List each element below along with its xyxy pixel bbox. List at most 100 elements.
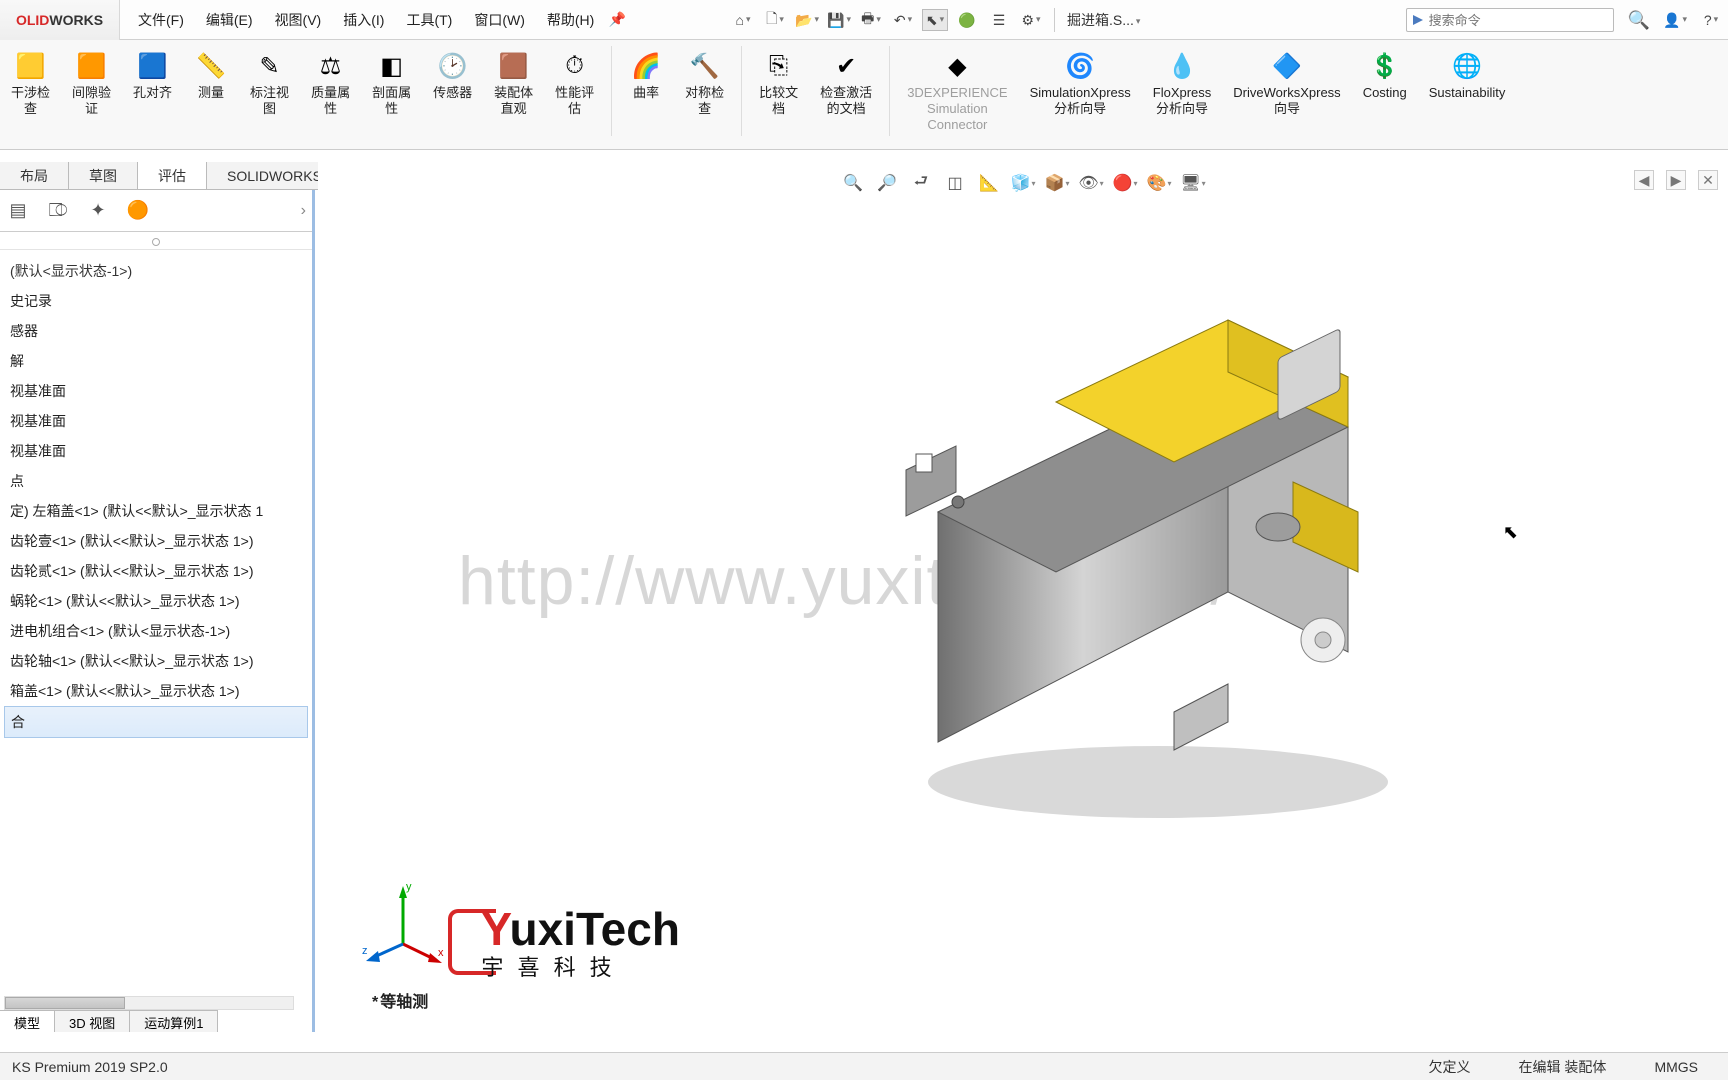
home-icon[interactable]: ⌂	[730, 9, 756, 31]
display-manager-icon[interactable]: 🟠	[126, 199, 150, 223]
feature-tree-icon[interactable]: ▤	[6, 199, 30, 223]
property-manager-icon[interactable]: ⎄	[46, 199, 70, 223]
sustainability-button[interactable]: 🌐Sustainability	[1418, 46, 1517, 144]
performance-eval-button[interactable]: ⏱性能评 估	[544, 46, 605, 144]
graphics-viewport[interactable]: 🔍 🔎 ⮐ ◫ 📐 🧊 📦 👁 🔴 🎨 🖥 ◀ ▶ ✕ http://www.y…	[318, 162, 1728, 1052]
status-units[interactable]: MMGS	[1644, 1059, 1708, 1075]
driveworksxpress-button[interactable]: 🔷DriveWorksXpress 向导	[1222, 46, 1351, 144]
viewport-collapse-icon[interactable]: ◀	[1634, 170, 1654, 190]
search-input[interactable]	[1429, 13, 1609, 28]
tab-layout[interactable]: 布局	[0, 162, 69, 189]
pin-icon[interactable]: 📌	[606, 9, 628, 31]
open-icon[interactable]: 📂	[794, 9, 820, 31]
tree-top-plane[interactable]: 视基准面	[4, 406, 308, 436]
view-orientation-icon[interactable]: 🧊	[1010, 170, 1036, 196]
markup-button[interactable]: ✎标注视 图	[239, 46, 300, 144]
view-orientation-label: 等轴测	[372, 988, 428, 1012]
floxpress-button[interactable]: 💧FloXpress 分析向导	[1142, 46, 1223, 144]
tree-component-5[interactable]: 进电机组合<1> (默认<显示状态-1>)	[4, 616, 308, 646]
measure-label: 测量	[198, 85, 224, 101]
hide-show-icon[interactable]: 👁	[1078, 170, 1104, 196]
panel-splitter[interactable]	[0, 232, 312, 250]
scrollbar-thumb[interactable]	[5, 997, 125, 1009]
configuration-icon[interactable]: ✦	[86, 199, 110, 223]
compare-docs-button[interactable]: ⎘比较文 档	[748, 46, 809, 144]
search-magnifier-icon[interactable]: 🔍	[1628, 10, 1650, 31]
tree-front-plane[interactable]: 视基准面	[4, 376, 308, 406]
menu-tools[interactable]: 工具(T)	[396, 6, 462, 34]
menu-view[interactable]: 视图(V)	[265, 6, 332, 34]
tab-evaluate[interactable]: 评估	[138, 162, 207, 189]
previous-view-icon[interactable]: ⮐	[908, 170, 934, 196]
tree-origin[interactable]: 点	[4, 466, 308, 496]
viewport-close-icon[interactable]: ✕	[1698, 170, 1718, 190]
assembly-vis-button[interactable]: 🟫装配体 直观	[483, 46, 544, 144]
tree-component-2[interactable]: 齿轮壹<1> (默认<<默认>_显示状态 1>)	[4, 526, 308, 556]
menu-edit[interactable]: 编辑(E)	[196, 6, 263, 34]
curvature-button[interactable]: 🌈曲率	[618, 46, 674, 144]
command-search[interactable]	[1406, 8, 1614, 32]
orientation-triad[interactable]: y x z	[358, 876, 448, 966]
scene-icon[interactable]: 🎨	[1146, 170, 1172, 196]
sustain-label: Sustainability	[1429, 85, 1506, 101]
viewport-expand-icon[interactable]: ▶	[1666, 170, 1686, 190]
help-icon[interactable]: ?	[1700, 9, 1722, 31]
status-editing[interactable]: 在编辑 装配体	[1509, 1057, 1617, 1077]
menu-window[interactable]: 窗口(W)	[464, 6, 535, 34]
section-props-button[interactable]: ◧剖面属 性	[361, 46, 422, 144]
select-icon[interactable]: ⬉	[922, 9, 948, 31]
tree-history[interactable]: 史记录	[4, 286, 308, 316]
3dexperience-button[interactable]: ◆3DEXPERIENCE Simulation Connector	[896, 46, 1018, 144]
tree-component-3[interactable]: 齿轮贰<1> (默认<<默认>_显示状态 1>)	[4, 556, 308, 586]
options-list-icon[interactable]: ☰	[986, 9, 1012, 31]
user-icon[interactable]: 👤	[1664, 9, 1686, 31]
tree-annotations[interactable]: 解	[4, 346, 308, 376]
save-icon[interactable]: 💾	[826, 9, 852, 31]
simulationxpress-button[interactable]: 🌀SimulationXpress 分析向导	[1019, 46, 1142, 144]
undo-icon[interactable]: ↶	[890, 9, 916, 31]
sensor-button[interactable]: 🕑传感器	[422, 46, 483, 144]
measure-button[interactable]: 📏测量	[183, 46, 239, 144]
costing-button[interactable]: 💲Costing	[1352, 46, 1418, 144]
viewport-corner-controls: ◀ ▶ ✕	[1634, 170, 1718, 190]
expand-panel-icon[interactable]: ›	[301, 202, 306, 220]
hole-align-button[interactable]: 🟦孔对齐	[122, 46, 183, 144]
display-style-icon[interactable]: 📦	[1044, 170, 1070, 196]
zoom-fit-icon[interactable]: 🔍	[840, 170, 866, 196]
tree-mates[interactable]: 合	[4, 706, 308, 738]
document-title[interactable]: 掘进箱.S...	[1065, 10, 1142, 30]
mark-label: 标注视 图	[250, 85, 289, 117]
tab-model[interactable]: 模型	[0, 1011, 55, 1032]
mass-props-button[interactable]: ⚖质量属 性	[300, 46, 361, 144]
tree-right-plane[interactable]: 视基准面	[4, 436, 308, 466]
menu-insert[interactable]: 插入(I)	[333, 6, 394, 34]
rebuild-icon[interactable]: 🟢	[954, 9, 980, 31]
interference-check-button[interactable]: 🟨干涉检 查	[0, 46, 61, 144]
tree-sensors[interactable]: 感器	[4, 316, 308, 346]
horizontal-scrollbar[interactable]	[4, 996, 294, 1010]
tab-3d-view[interactable]: 3D 视图	[55, 1011, 130, 1032]
menu-help[interactable]: 帮助(H)	[537, 6, 604, 34]
tab-sketch[interactable]: 草图	[69, 162, 138, 189]
clearance-verify-button[interactable]: 🟧间隙验 证	[61, 46, 122, 144]
view-settings-icon[interactable]: 🖥	[1180, 170, 1206, 196]
splitter-handle-icon	[152, 238, 160, 246]
menu-file[interactable]: 文件(F)	[128, 6, 194, 34]
zoom-area-icon[interactable]: 🔎	[874, 170, 900, 196]
tab-motion-study[interactable]: 运动算例1	[130, 1011, 218, 1032]
section-view-icon[interactable]: ◫	[942, 170, 968, 196]
symmetry-check-button[interactable]: 🔨对称检 查	[674, 46, 735, 144]
tree-component-6[interactable]: 齿轮轴<1> (默认<<默认>_显示状态 1>)	[4, 646, 308, 676]
hole-label: 孔对齐	[133, 85, 172, 101]
print-icon[interactable]: 🖶	[858, 9, 884, 31]
tree-component-4[interactable]: 蜗轮<1> (默认<<默认>_显示状态 1>)	[4, 586, 308, 616]
tree-root[interactable]: (默认<显示状态-1>)	[4, 256, 308, 286]
new-icon[interactable]: 🗋	[762, 9, 788, 31]
dynamic-annotation-icon[interactable]: 📐	[976, 170, 1002, 196]
tree-component-7[interactable]: 箱盖<1> (默认<<默认>_显示状态 1>)	[4, 676, 308, 706]
appearance-icon[interactable]: 🔴	[1112, 170, 1138, 196]
tree-component-1[interactable]: 定) 左箱盖<1> (默认<<默认>_显示状态 1	[4, 496, 308, 526]
status-underdefined[interactable]: 欠定义	[1419, 1057, 1481, 1077]
settings-icon[interactable]: ⚙	[1018, 9, 1044, 31]
check-active-doc-button[interactable]: ✔检查激活 的文档	[809, 46, 883, 144]
